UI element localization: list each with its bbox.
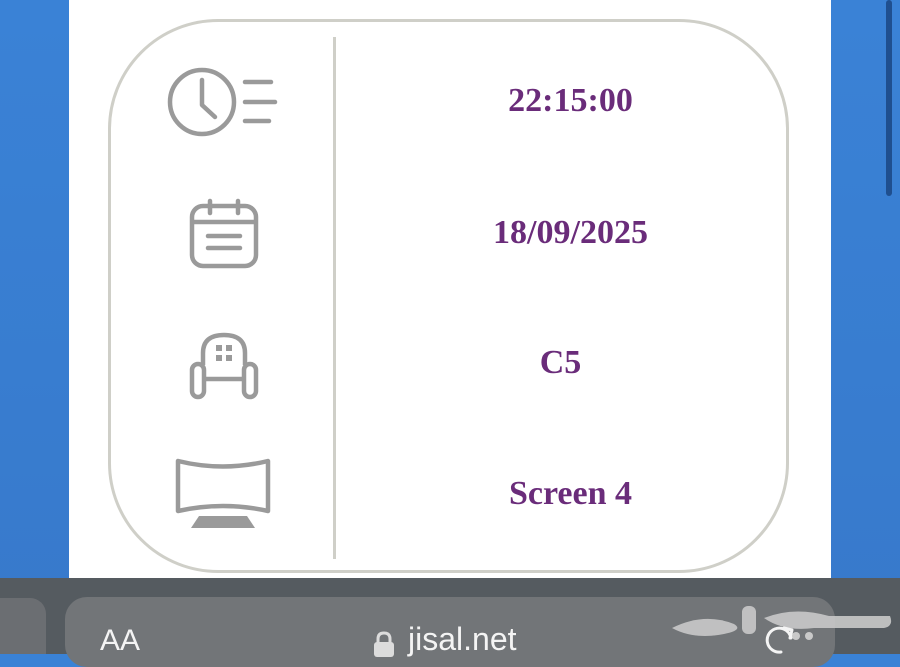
- armchair-icon: [189, 331, 259, 401]
- calendar-icon: [188, 198, 260, 270]
- page-scrollbar[interactable]: [886, 0, 892, 196]
- date-value: 18/09/2025: [493, 214, 648, 251]
- ticket-page: 22:15:00 18/09/2025 C5 Screen 4: [69, 0, 831, 580]
- text-size-button[interactable]: AA: [100, 624, 140, 658]
- url-text[interactable]: jisal.net: [408, 621, 517, 658]
- previous-tab[interactable]: [0, 598, 46, 654]
- cinema-screen-icon: [175, 458, 271, 530]
- clock-list-icon: [167, 65, 279, 139]
- screen-value: Screen 4: [508, 475, 633, 512]
- card-divider: [333, 37, 336, 559]
- showtime-value: 22:15:00: [508, 82, 633, 119]
- lock-icon: [373, 631, 395, 662]
- seat-value: C5: [539, 344, 582, 381]
